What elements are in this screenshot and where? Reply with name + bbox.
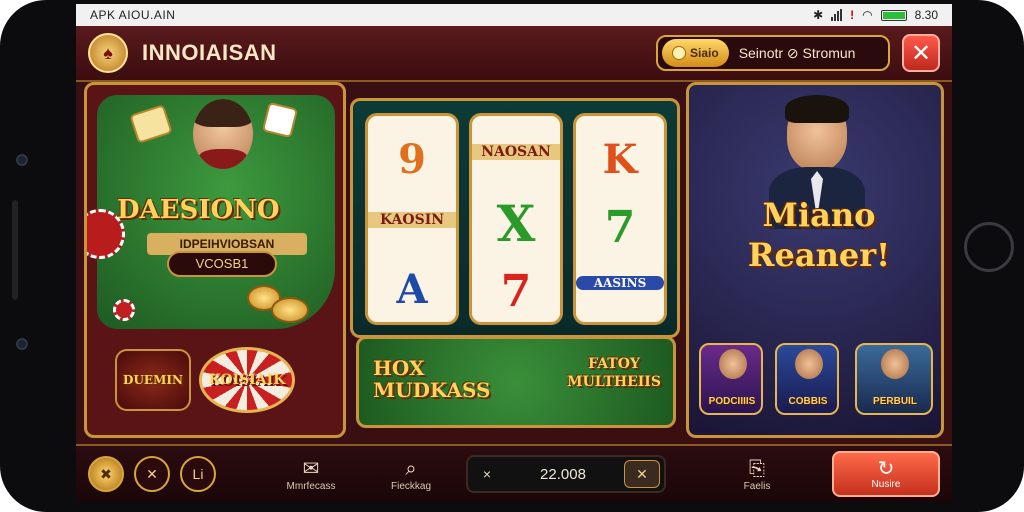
app-logo-icon[interactable]: ♠ bbox=[88, 33, 128, 73]
bet-amount-field[interactable]: × 22.008 ✕ bbox=[466, 455, 666, 493]
nav-item-files[interactable]: ⎘ Faelis bbox=[712, 457, 802, 492]
reel-symbol: 7 bbox=[500, 266, 532, 317]
game-icon-1[interactable]: PODCIIIIS bbox=[699, 343, 763, 415]
coin-label: Siaio bbox=[690, 46, 719, 60]
bluetooth-icon: ✱ bbox=[813, 8, 824, 22]
status-bar: APK AIOU.AIN ✱ ! ◠ 8.30 bbox=[76, 4, 952, 26]
game-icon-label: PERBUIL bbox=[873, 396, 917, 407]
document-icon: ⎘ bbox=[749, 457, 765, 480]
right-title-line2: Reaner! bbox=[747, 236, 891, 274]
nav-label: Faelis bbox=[743, 480, 771, 492]
envelope-icon: ✉ bbox=[302, 457, 320, 480]
coin-balance-pill[interactable]: Siaio bbox=[662, 39, 729, 67]
game-icon-2[interactable]: COBBIS bbox=[775, 343, 839, 415]
spin-label: Nusire bbox=[871, 478, 901, 490]
bonus-right-label: FATOY MULTHEIIS bbox=[567, 356, 661, 390]
coin-icon bbox=[672, 46, 686, 60]
center-bonus-banner[interactable]: HOX MUDKASS FATOY MULTHEIIS bbox=[356, 336, 676, 428]
account-name: Seinotr ⊘ Stromun bbox=[738, 44, 856, 61]
right-title-line1: Miano bbox=[762, 196, 876, 234]
game-badge-left[interactable]: DUEMIN bbox=[115, 349, 191, 411]
game-icon-label: COBBIS bbox=[788, 396, 828, 407]
slot-reel: K 7 AASINS bbox=[573, 113, 667, 325]
game-icon-label: PODCIIIIS bbox=[708, 396, 756, 407]
nav-item-search[interactable]: ⌕ Fieckkag bbox=[366, 457, 456, 492]
bet-prefix: × bbox=[482, 466, 492, 482]
app-screen: APK AIOU.AIN ✱ ! ◠ 8.30 ♠ INNOIAISAN Sia… bbox=[76, 4, 952, 502]
alarm-icon: ! bbox=[850, 8, 855, 22]
bonus-left-label: HOX MUDKASS bbox=[373, 356, 491, 402]
bottom-toolbar: ✖ ✕ Li ✉ Mmrfecass ⌕ Fieckkag × 22.008 ✕… bbox=[76, 444, 952, 502]
reel-symbol: 7 bbox=[604, 202, 636, 253]
battery-icon bbox=[880, 9, 907, 21]
avatar-button[interactable]: ✖ bbox=[88, 456, 124, 492]
slot-machine[interactable]: 9 KAOSIN A NAOSAN X 7 K 7 AASINS bbox=[350, 98, 680, 338]
slot-reel: NAOSAN X 7 bbox=[469, 113, 563, 325]
reel-symbol: NAOSAN bbox=[472, 144, 560, 160]
reel-symbol: K bbox=[602, 136, 638, 183]
nav-label: Fieckkag bbox=[390, 480, 431, 492]
reel-symbol: AASINS bbox=[576, 276, 664, 290]
refresh-icon: ↻ bbox=[877, 457, 895, 480]
sensor-icon bbox=[16, 338, 28, 350]
camera-icon bbox=[16, 154, 28, 166]
side-button bbox=[12, 200, 18, 300]
bet-clear-button[interactable]: ✕ bbox=[624, 460, 660, 488]
reel-symbol: 9 bbox=[398, 136, 426, 183]
app-brand-title: INNOIAISAN bbox=[142, 40, 277, 65]
roulette-badge[interactable]: KOISIAIK bbox=[199, 347, 295, 413]
reel-symbol: A bbox=[396, 266, 428, 313]
right-game-title: Miano Reaner! bbox=[719, 195, 919, 275]
right-game-card[interactable]: Miano Reaner! PODCIIIIS COBBIS PERBUIL bbox=[686, 82, 944, 438]
nav-item-messages[interactable]: ✉ Mmrfecass bbox=[266, 457, 356, 492]
home-button[interactable] bbox=[964, 222, 1014, 272]
search-icon: ⌕ bbox=[405, 457, 417, 480]
wifi-icon: ◠ bbox=[862, 8, 873, 22]
close-button[interactable]: ✕ bbox=[902, 34, 940, 72]
game-icon-3[interactable]: PERBUIL bbox=[855, 343, 933, 415]
slot-reel: 9 KAOSIN A bbox=[365, 113, 459, 325]
bet-value: 22.008 bbox=[540, 465, 586, 483]
reel-symbol: KAOSIN bbox=[368, 212, 456, 228]
poker-chip-icon bbox=[113, 299, 135, 321]
nav-label: Mmrfecass bbox=[286, 480, 336, 492]
reel-symbol: X bbox=[496, 194, 536, 253]
left-game-code: VCOSB1 bbox=[167, 251, 277, 277]
left-game-card[interactable]: DAESIONO IDPEIHVIOBSAN VCOSB1 DUEMIN KOI… bbox=[84, 82, 346, 438]
level-button[interactable]: Li bbox=[180, 456, 216, 492]
app-header: ♠ INNOIAISAN Siaio Seinotr ⊘ Stromun ✕ bbox=[76, 26, 952, 82]
status-time: 8.30 bbox=[914, 8, 938, 22]
left-game-title: DAESIONO bbox=[117, 195, 280, 225]
signal-icon bbox=[831, 9, 843, 21]
dealer-avatar bbox=[193, 99, 253, 169]
account-panel[interactable]: Siaio Seinotr ⊘ Stromun bbox=[656, 35, 890, 71]
status-left-text: APK AIOU.AIN bbox=[90, 8, 176, 22]
coin-stack-icon bbox=[271, 297, 309, 323]
phone-frame: APK AIOU.AIN ✱ ! ◠ 8.30 ♠ INNOIAISAN Sia… bbox=[0, 0, 1024, 512]
spin-button[interactable]: ↻ Nusire bbox=[832, 451, 940, 497]
cancel-button[interactable]: ✕ bbox=[134, 456, 170, 492]
